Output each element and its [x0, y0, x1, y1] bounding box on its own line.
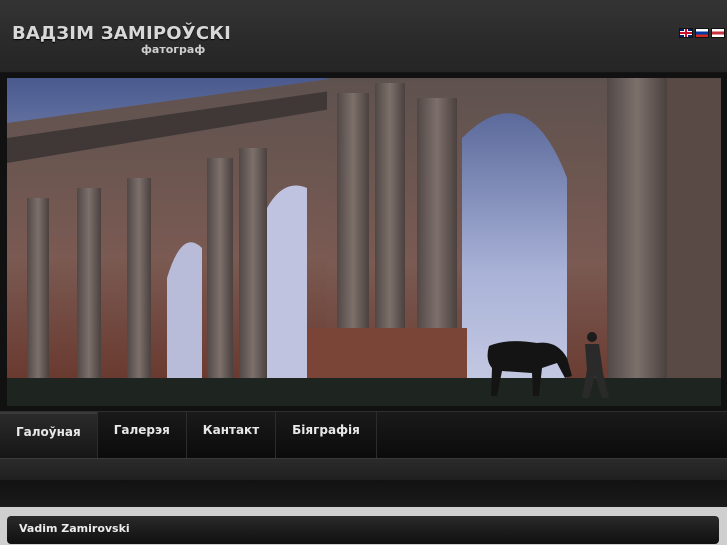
content-band-dark — [0, 480, 727, 507]
nav-item-gallery[interactable]: Галерэя — [98, 412, 187, 458]
flag-belarus-icon[interactable] — [711, 28, 725, 38]
hero-photo-frame — [0, 73, 727, 411]
flag-uk-icon[interactable] — [679, 28, 693, 38]
nav-item-biography[interactable]: Біяграфія — [276, 412, 377, 458]
footer-name: Vadim Zamirovski — [19, 522, 130, 535]
footer-bar: Vadim Zamirovski — [7, 516, 719, 544]
nav-item-home[interactable]: Галоўная — [0, 412, 98, 458]
main-nav: Галоўная Галерэя Кантакт Біяграфія — [0, 411, 727, 459]
site-title[interactable]: ВАДЗІМ ЗАМІРОЎСКІ — [12, 23, 231, 44]
site-header: ВАДЗІМ ЗАМІРОЎСКІ фатограф — [0, 0, 727, 73]
flag-russia-icon[interactable] — [695, 28, 709, 38]
language-switcher — [679, 28, 725, 38]
hero-photo — [7, 78, 721, 406]
site-subtitle: фатограф — [141, 43, 206, 56]
footer-area: Vadim Zamirovski — [0, 507, 727, 545]
content-band — [0, 458, 727, 481]
nav-item-contact[interactable]: Кантакт — [187, 412, 277, 458]
